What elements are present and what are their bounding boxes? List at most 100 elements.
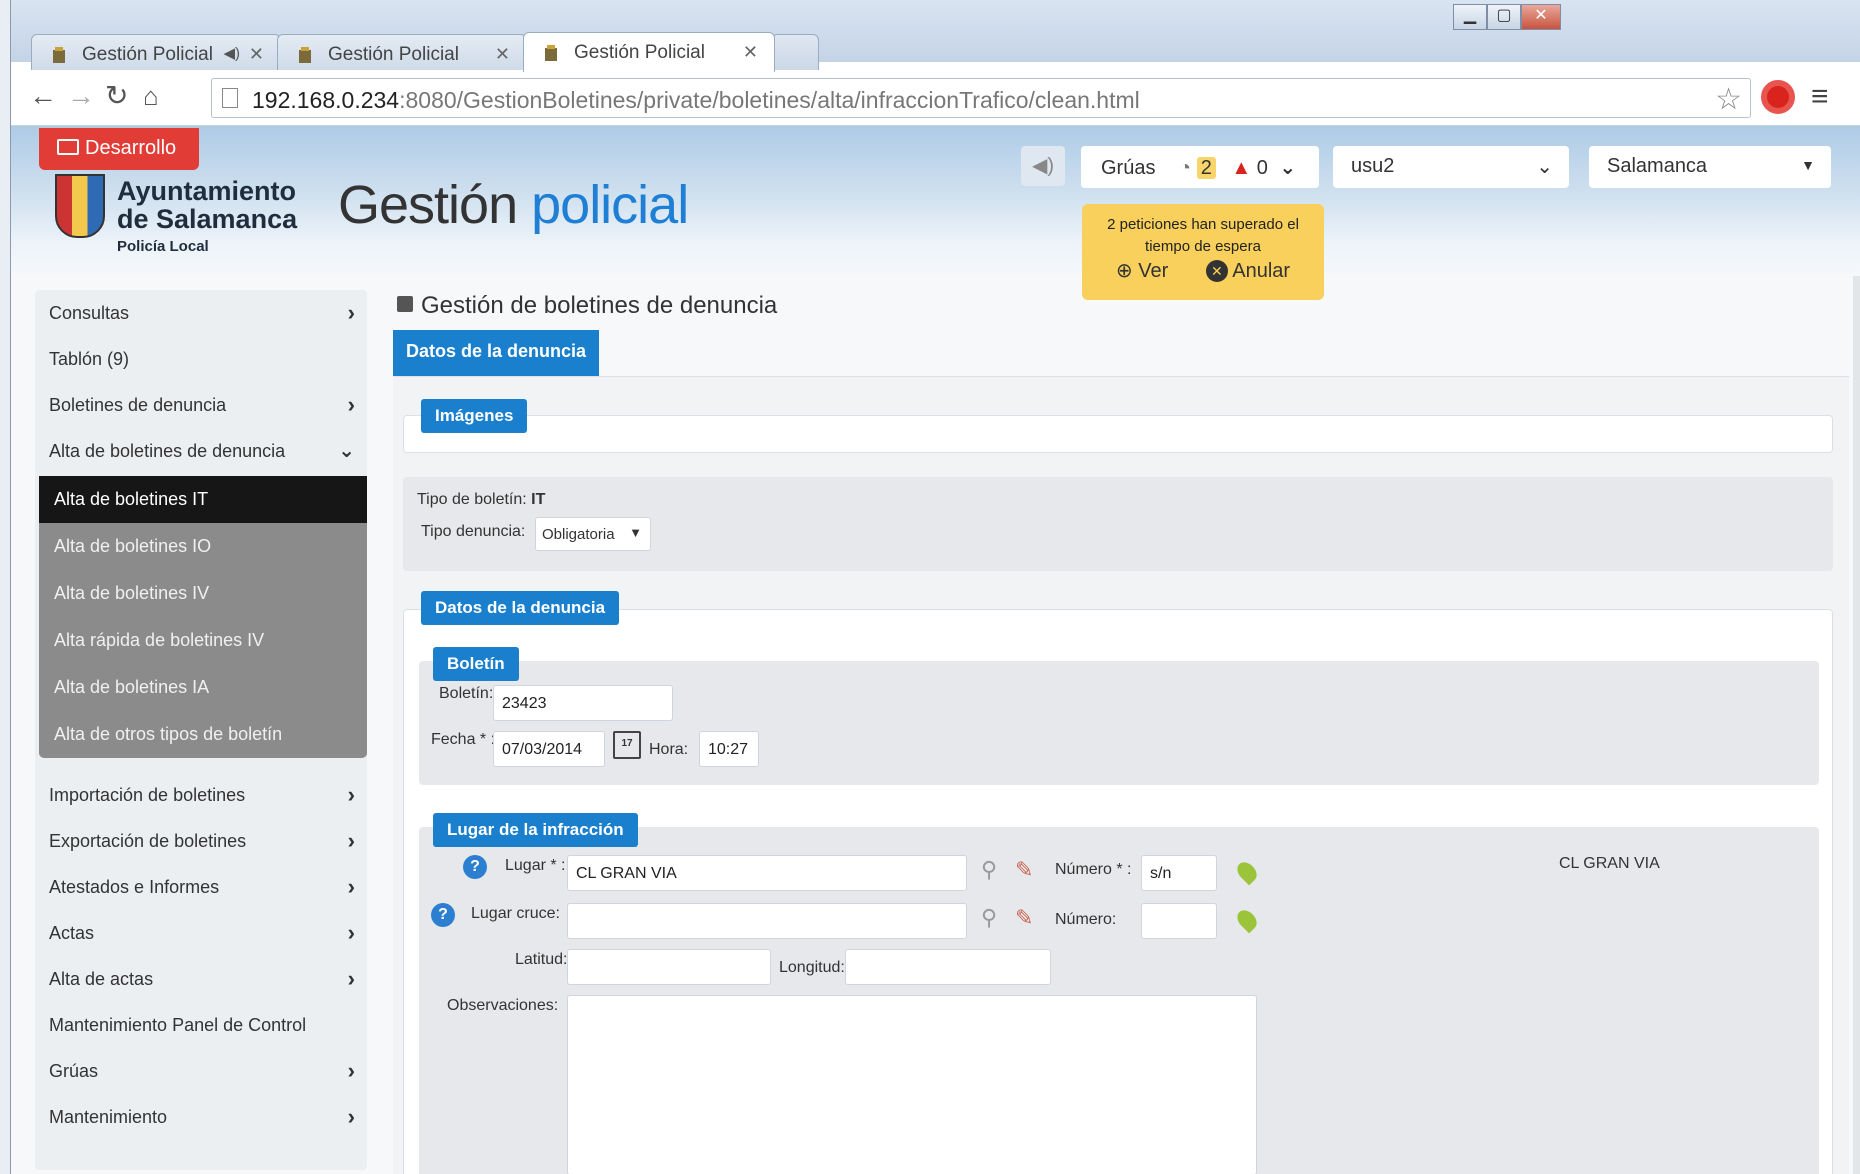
sidebar-item-tablon[interactable]: Tablón (9): [35, 336, 367, 382]
warning-icon: ▲: [1231, 157, 1252, 179]
eraser-icon[interactable]: ✎: [1015, 857, 1033, 883]
datos-section-header[interactable]: Datos de la denuncia: [421, 591, 620, 625]
favicon-icon: [544, 44, 558, 62]
sidebar-item-alta-boletines[interactable]: Alta de boletines de denuncia ⌄: [35, 428, 367, 474]
reload-icon[interactable]: ↻: [105, 82, 128, 110]
chevron-right-icon: ›: [347, 782, 355, 807]
lugar-cruce-label: Lugar cruce:: [471, 905, 560, 922]
tab-label: Gestión Policial: [328, 44, 459, 65]
numero-label: Número:: [1055, 911, 1117, 928]
boletin-number-input[interactable]: 23423: [493, 685, 673, 721]
chevron-down-icon: ⌄: [338, 440, 355, 462]
chevron-down-icon: ⌄: [1279, 157, 1297, 179]
favicon-icon: [298, 46, 312, 64]
sidebar-item-exportacion[interactable]: Exportación de boletines ›: [35, 818, 367, 864]
lugar-input[interactable]: CL GRAN VIA: [567, 855, 967, 891]
logo-text-line2: de Salamanca: [117, 204, 298, 234]
browser-toolbar: ← → ↻ ⌂ 192.168.0.234:8080/GestionBoleti…: [11, 70, 1860, 126]
numero-cruce-input[interactable]: [1141, 903, 1217, 939]
maximize-icon[interactable]: ▢: [1487, 4, 1521, 30]
new-tab-button[interactable]: [771, 34, 819, 70]
close-icon[interactable]: ✕: [495, 44, 510, 65]
zoom-in-icon: ⊕: [1115, 260, 1133, 282]
clock-icon: ◔: [1179, 157, 1192, 179]
eraser-icon[interactable]: ✎: [1015, 905, 1033, 931]
cancel-button[interactable]: ✕ Anular: [1205, 260, 1290, 282]
submenu-item-alta-io[interactable]: Alta de boletines IO: [39, 523, 367, 570]
sidebar-item-gruas[interactable]: Grúas ›: [35, 1048, 367, 1094]
app-header: Desarrollo Ayuntamiento de Salamanca Pol…: [11, 126, 1860, 300]
observaciones-textarea[interactable]: [567, 995, 1257, 1174]
sidebar-item-alta-actas[interactable]: Alta de actas ›: [35, 956, 367, 1002]
calendar-icon[interactable]: 17: [613, 731, 641, 759]
sidebar-item-consultas[interactable]: Consultas ›: [35, 290, 367, 336]
close-icon[interactable]: ✕: [743, 42, 758, 63]
submenu-item-alta-otros[interactable]: Alta de otros tipos de boletín: [39, 711, 367, 758]
chevron-right-icon: ›: [347, 392, 355, 417]
bookmark-star-icon[interactable]: ☆: [1715, 82, 1742, 117]
lugar-cruce-input[interactable]: [567, 903, 967, 939]
lugar-panel: ? Lugar * : CL GRAN VIA ⚲ ✎ Número * : s…: [419, 827, 1819, 1174]
page-content: Desarrollo Ayuntamiento de Salamanca Pol…: [11, 126, 1860, 1174]
url-text: 192.168.0.234:8080/GestionBoletines/priv…: [252, 87, 1140, 113]
hora-label: Hora:: [649, 741, 689, 758]
cancel-icon: ✕: [1205, 260, 1228, 282]
environment-badge: Desarrollo: [39, 128, 199, 170]
view-button[interactable]: ⊕ Ver: [1116, 260, 1168, 282]
sidebar-item-atestados[interactable]: Atestados e Informes ›: [35, 864, 367, 910]
gruas-status[interactable]: Grúas ◔ 2 ▲ 0 ⌄: [1081, 146, 1319, 188]
page-title: Gestión de boletines de denuncia: [397, 292, 777, 320]
sidebar-item-importacion[interactable]: Importación de boletines ›: [35, 772, 367, 818]
search-icon[interactable]: ⚲: [981, 857, 997, 883]
help-icon[interactable]: ?: [463, 855, 487, 879]
submenu-item-alta-it[interactable]: Alta de boletines IT: [39, 476, 367, 523]
sound-toggle-button[interactable]: ◀): [1021, 146, 1065, 186]
submenu-item-alta-iv[interactable]: Alta de boletines IV: [39, 570, 367, 617]
lugar-section-header[interactable]: Lugar de la infracción: [433, 813, 638, 847]
browser-tab-1[interactable]: Gestión Policial ◀) ✕: [31, 34, 281, 70]
fecha-input[interactable]: 07/03/2014: [493, 731, 605, 767]
browser-tab-3[interactable]: Gestión Policial ✕: [523, 32, 775, 72]
chevron-right-icon: ›: [347, 1104, 355, 1129]
back-icon[interactable]: ←: [29, 82, 57, 110]
window-close-icon[interactable]: ✕: [1521, 4, 1561, 30]
search-icon[interactable]: ⚲: [981, 905, 997, 931]
browser-tab-2[interactable]: Gestión Policial ✕: [277, 34, 527, 70]
alert-text-line2: tiempo de espera: [1145, 238, 1261, 255]
map-pin-icon[interactable]: [1233, 858, 1261, 886]
home-icon[interactable]: ⌂: [143, 82, 159, 110]
latitud-input[interactable]: [567, 949, 771, 985]
address-bar[interactable]: 192.168.0.234:8080/GestionBoletines/priv…: [211, 78, 1751, 118]
map-pin-icon[interactable]: [1233, 906, 1261, 934]
tipo-denuncia-label: Tipo denuncia:: [421, 523, 526, 540]
sidebar-item-mantenimiento[interactable]: Mantenimiento ›: [35, 1094, 367, 1140]
tab-label: Gestión Policial: [82, 44, 213, 65]
submenu-item-alta-rapida-iv[interactable]: Alta rápida de boletines IV: [39, 617, 367, 664]
extension-icon[interactable]: [1761, 80, 1795, 114]
tipo-denuncia-select[interactable]: Obligatoria ▼: [535, 517, 651, 551]
tab-datos-denuncia[interactable]: Datos de la denuncia: [393, 330, 600, 376]
longitud-input[interactable]: [845, 949, 1051, 985]
submenu-item-alta-ia[interactable]: Alta de boletines IA: [39, 664, 367, 711]
sidebar-item-boletines[interactable]: Boletines de denuncia ›: [35, 382, 367, 428]
tipo-boletin: Tipo de boletín: IT: [417, 491, 546, 508]
minimize-icon[interactable]: ▁: [1453, 4, 1487, 30]
scrollbar[interactable]: [1853, 276, 1860, 1174]
numero-input[interactable]: s/n: [1141, 855, 1217, 891]
chevron-down-icon: ⌄: [1536, 156, 1553, 178]
pending-count: 2: [1196, 157, 1216, 179]
lugar-label: Lugar * :: [505, 857, 566, 874]
sidebar-item-actas[interactable]: Actas ›: [35, 910, 367, 956]
forward-icon[interactable]: →: [67, 82, 95, 110]
menu-icon[interactable]: ≡: [1811, 80, 1829, 114]
speaker-icon: ◀): [223, 45, 240, 62]
user-select[interactable]: usu2 ⌄: [1333, 146, 1569, 188]
sidebar-item-panel-control[interactable]: Mantenimiento Panel de Control: [35, 1002, 367, 1048]
hora-input[interactable]: 10:27: [699, 731, 759, 767]
city-select[interactable]: Salamanca ▼: [1589, 146, 1831, 188]
images-section-header[interactable]: Imágenes: [421, 399, 528, 433]
boletin-label: Boletín:: [439, 685, 494, 702]
boletin-section-header[interactable]: Boletín: [433, 647, 519, 681]
help-icon[interactable]: ?: [431, 903, 455, 927]
close-icon[interactable]: ✕: [249, 44, 264, 65]
